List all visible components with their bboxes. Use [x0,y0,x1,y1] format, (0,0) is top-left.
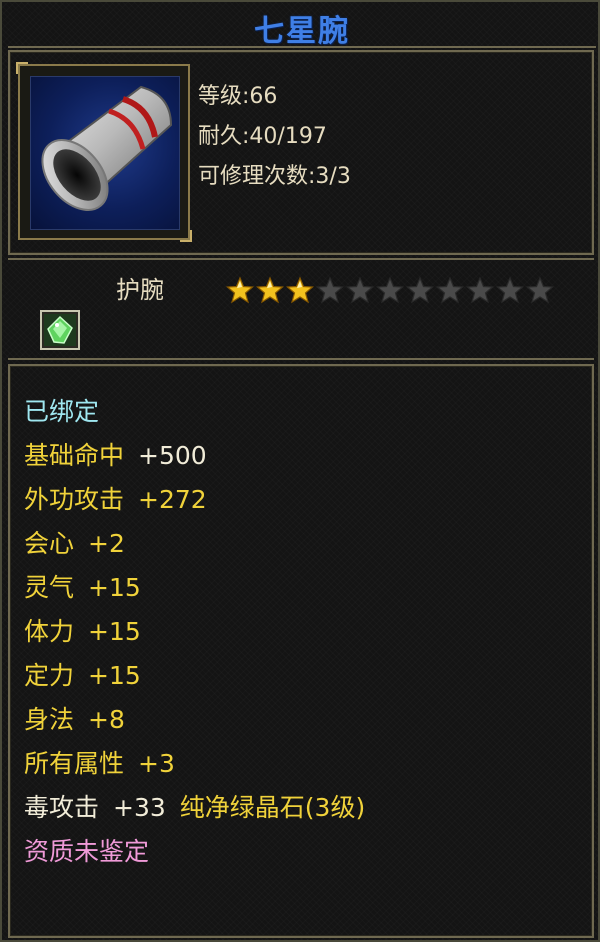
attr-spirit: 灵气 +15 [24,568,141,604]
attributes-panel: 已绑定 基础命中 +500 外功攻击 +272 会心 +2 灵气 +15 体力 +15 定… [8,364,594,938]
attr-attack: 外功攻击 +272 [24,480,207,516]
attr-stamina: 体力 +15 [24,612,141,648]
attr-value: +33 [113,793,166,822]
attr-crit: 会心 +2 [24,524,125,560]
attr-value: +15 [88,661,141,690]
star-empty-icon [316,276,344,304]
attr-name: 外功攻击 [24,485,125,514]
attr-value: +272 [138,485,207,514]
star-empty-icon [346,276,374,304]
level-stat: 等级:66 [198,84,278,109]
star-empty-icon [406,276,434,304]
attr-hit: 基础命中 +500 [24,436,207,472]
item-name: 七星腕 [254,14,350,49]
attr-value: +500 [138,441,207,470]
star-filled-icon [226,276,254,304]
star-rating [226,276,554,304]
item-icon-frame[interactable] [16,62,192,242]
attr-value: +8 [88,705,125,734]
star-empty-icon [376,276,404,304]
star-empty-icon [466,276,494,304]
gem-slot[interactable] [40,310,80,350]
attr-name: 会心 [24,529,75,558]
attr-value: +2 [88,529,125,558]
attr-agility: 身法 +8 [24,700,125,736]
attr-poison: 毒攻击 +33 纯净绿晶石(3级) [24,788,365,824]
inlaid-gem: 纯净绿晶石(3级) [179,793,366,822]
star-empty-icon [526,276,554,304]
attr-name: 基础命中 [24,441,125,470]
title-bar: 七星腕 [8,2,596,49]
attr-name: 定力 [24,661,75,690]
star-filled-icon [256,276,284,304]
bound-status: 已绑定 [24,397,100,426]
attr-value: +15 [88,617,141,646]
bracer-icon [30,76,180,230]
item-type: 护腕 [116,276,164,304]
star-filled-icon [286,276,314,304]
green-gem-icon [44,314,76,346]
item-summary-panel: 等级:66 耐久:40/197 可修理次数:3/3 [8,50,594,255]
item-type-panel: 护腕 [8,258,594,360]
attr-name: 身法 [24,705,75,734]
repair-count-stat: 可修理次数:3/3 [198,164,351,189]
attr-name: 体力 [24,617,75,646]
quality-status: 资质未鉴定 [24,837,150,866]
star-empty-icon [436,276,464,304]
attr-name: 所有属性 [24,749,125,778]
attr-focus: 定力 +15 [24,656,141,692]
attr-name: 毒攻击 [24,793,100,822]
attr-name: 灵气 [24,573,75,602]
durability-stat: 耐久:40/197 [198,124,327,149]
item-tooltip: 七星腕 等级:66 耐久:40/197 可修理次数:3/3 护腕 已绑定 基础命… [0,0,600,942]
attr-value: +15 [88,573,141,602]
attr-value: +3 [138,749,175,778]
attr-all: 所有属性 +3 [24,744,175,780]
star-empty-icon [496,276,524,304]
